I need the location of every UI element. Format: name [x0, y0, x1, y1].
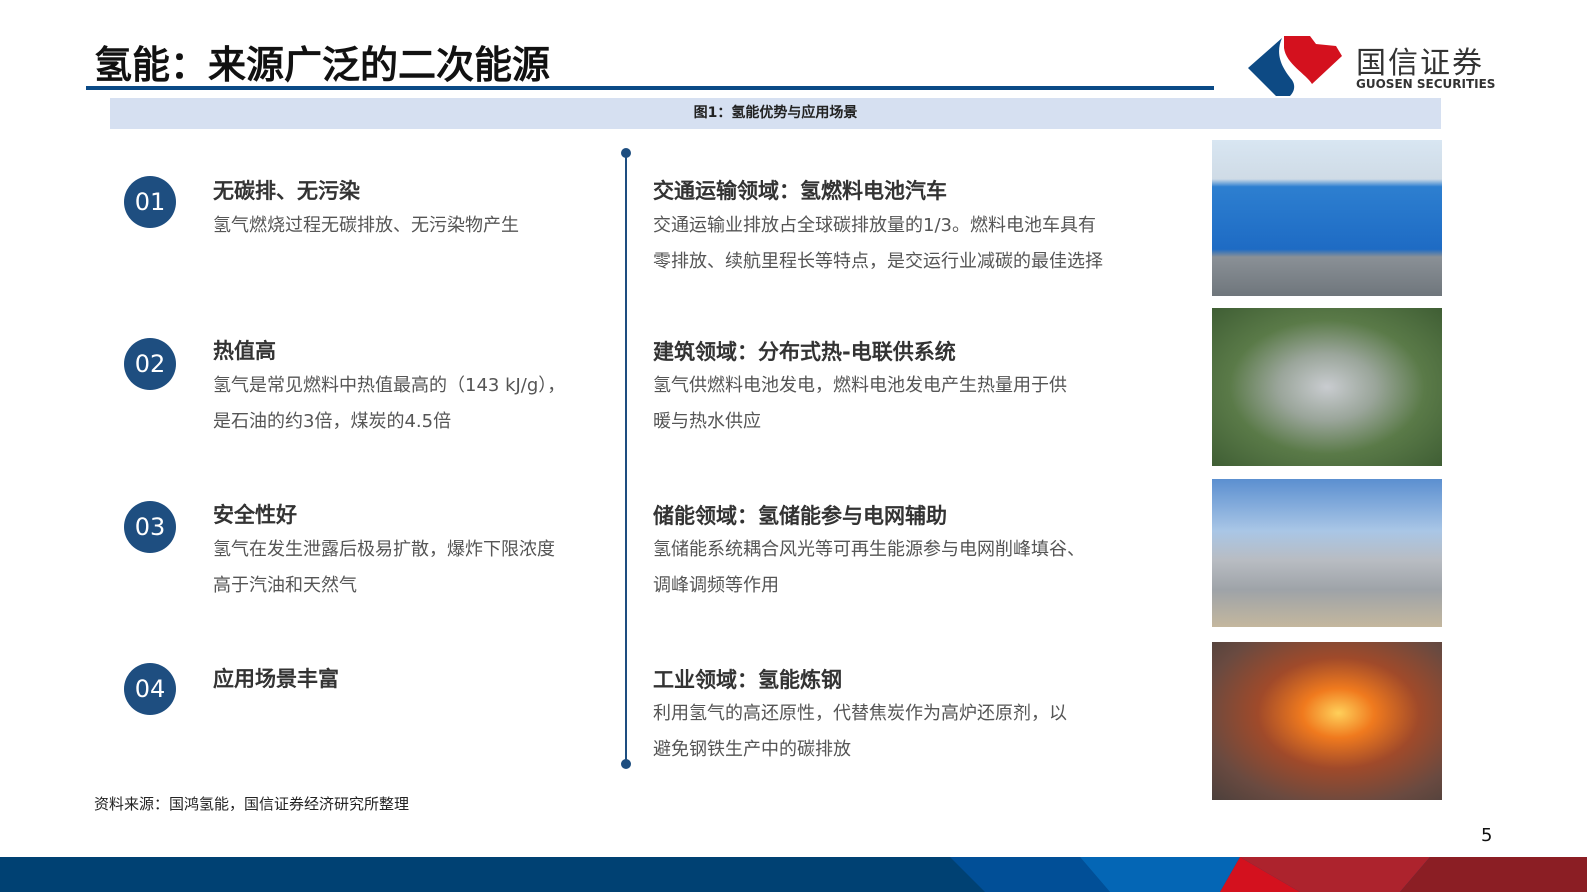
application-desc: 交通运输业排放占全球碳排放量的1/3。燃料电池车具有 零排放、续航里程长等特点，是…: [653, 215, 1103, 272]
logo-text-cn: 国信证券: [1356, 46, 1484, 81]
advantage-title: 安全性好: [213, 503, 297, 527]
application-title: 储能领域：氢储能参与电网辅助: [653, 504, 947, 528]
timeline-line: [625, 153, 627, 764]
page-title: 氢能：来源广泛的二次能源: [94, 43, 551, 87]
page-number: 5: [1481, 825, 1493, 846]
advantage-title: 无碳排、无污染: [213, 179, 360, 203]
application-title: 工业领域：氢能炼钢: [653, 668, 842, 692]
number-badge: 02: [124, 338, 176, 390]
hydrogen-storage-photo: [1212, 479, 1442, 627]
application-title: 建筑领域：分布式热-电联供系统: [653, 340, 956, 364]
logo-mark-icon: [1248, 36, 1342, 96]
source-note: 资料来源：国鸿氢能，国信证券经济研究所整理: [94, 795, 410, 813]
advantage-title: 应用场景丰富: [213, 667, 339, 691]
hydrogen-bus-photo: [1212, 140, 1442, 296]
figure-caption: 图1：氢能优势与应用场景: [110, 98, 1441, 129]
guosen-logo: 国信证券 GUOSEN SECURITIES: [1246, 34, 1496, 98]
steel-furnace-photo: [1212, 642, 1442, 800]
number-badge: 03: [124, 501, 176, 553]
advantage-desc: 氢气在发生泄露后极易扩散，爆炸下限浓度 高于汽油和天然气: [213, 539, 555, 596]
application-desc: 氢储能系统耦合风光等可再生能源参与电网削峰填谷、 调峰调频等作用: [653, 539, 1085, 596]
application-title: 交通运输领域：氢燃料电池汽车: [653, 179, 947, 203]
timeline-dot: [621, 148, 631, 158]
timeline-dot: [621, 759, 631, 769]
logo-text-en: GUOSEN SECURITIES: [1356, 77, 1496, 91]
advantage-desc: 氢气燃烧过程无碳排放、无污染物产生: [213, 215, 519, 236]
number-badge: 04: [124, 663, 176, 715]
building-complex-photo: [1212, 308, 1442, 466]
title-divider: [86, 86, 1214, 90]
number-badge: 01: [124, 176, 176, 228]
application-desc: 氢气供燃料电池发电，燃料电池发电产生热量用于供 暖与热水供应: [653, 375, 1067, 432]
advantage-title: 热值高: [213, 339, 276, 363]
footer-band: [0, 857, 1587, 892]
application-desc: 利用氢气的高还原性，代替焦炭作为高炉还原剂，以 避免钢铁生产中的碳排放: [653, 703, 1067, 760]
advantage-desc: 氢气是常见燃料中热值最高的（143 kJ/g）， 是石油的约3倍，煤炭的4.5倍: [213, 375, 566, 432]
footer-decoration-icon: [950, 857, 1587, 892]
